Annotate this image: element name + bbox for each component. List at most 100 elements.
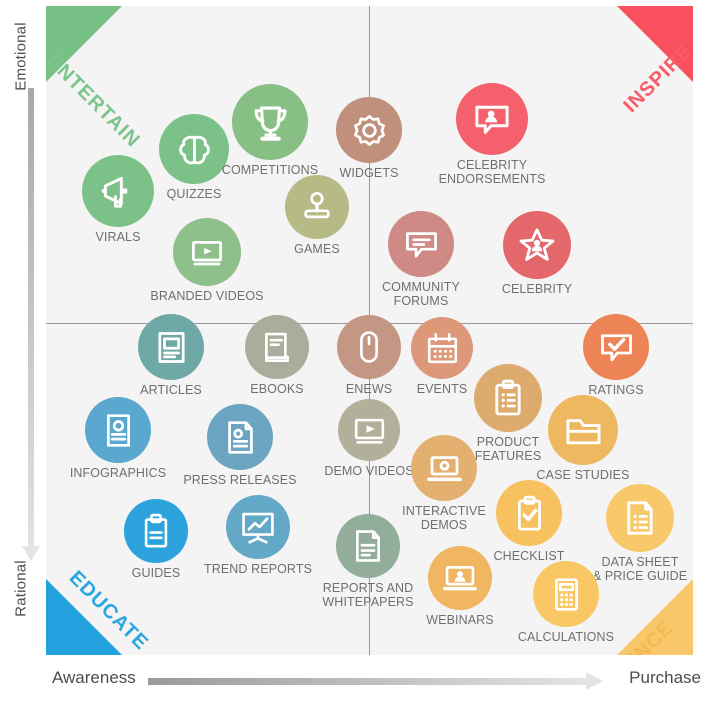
matrix-panel: ENTERTAIN INSPIRE EDUCATE CONVINCE VIRAL… — [46, 6, 693, 655]
calendar-icon — [424, 330, 461, 367]
node-bubble[interactable] — [82, 155, 154, 227]
matrix-node[interactable]: CHECKLIST — [493, 480, 564, 563]
matrix-node[interactable]: GAMES — [285, 175, 349, 256]
chat-bubble-icon — [402, 225, 441, 264]
node-bubble[interactable] — [606, 484, 674, 552]
webinar-icon — [441, 559, 479, 597]
matrix-node[interactable]: WIDGETS — [336, 97, 402, 180]
node-bubble[interactable] — [583, 314, 649, 380]
matrix-node[interactable]: ARTICLES — [138, 314, 204, 397]
gear-icon — [350, 111, 389, 150]
axis-label-purchase: Purchase — [629, 668, 701, 687]
node-label: COMMUNITY FORUMS — [382, 280, 460, 308]
matrix-node[interactable]: BRANDED VIDEOS — [150, 218, 264, 303]
node-label: INTERACTIVE DEMOS — [402, 504, 486, 532]
node-bubble[interactable] — [533, 561, 599, 627]
node-label: DATA SHEET & PRICE GUIDE — [592, 555, 688, 583]
matrix-node[interactable]: COMMUNITY FORUMS — [382, 211, 460, 307]
trend-board-icon — [239, 508, 277, 546]
matrix-node[interactable]: ENEWS — [337, 315, 401, 396]
node-bubble[interactable] — [226, 495, 290, 559]
matrix-node[interactable]: INFOGRAPHICS — [70, 397, 166, 480]
report-doc-icon — [349, 527, 387, 565]
node-bubble[interactable] — [159, 114, 229, 184]
node-label: TREND REPORTS — [203, 562, 313, 576]
matrix-node[interactable]: GUIDES — [124, 499, 188, 580]
node-bubble[interactable] — [411, 317, 473, 379]
node-bubble[interactable] — [85, 397, 151, 463]
matrix-node[interactable]: CALCULATIONS — [518, 561, 614, 644]
clipboard-list-icon — [488, 378, 528, 418]
folder-icon — [563, 410, 604, 451]
matrix-node[interactable]: CELEBRITY — [502, 211, 572, 296]
node-label: WIDGETS — [339, 166, 399, 180]
node-label: CELEBRITY ENDORSEMENTS — [438, 158, 546, 186]
star-person-icon — [517, 225, 557, 265]
node-label: PRODUCT FEATURES — [474, 435, 542, 463]
press-doc-icon — [221, 418, 260, 457]
node-bubble[interactable] — [124, 499, 188, 563]
matrix-node[interactable]: PRODUCT FEATURES — [474, 364, 542, 462]
node-bubble[interactable] — [173, 218, 241, 286]
node-bubble[interactable] — [456, 83, 528, 155]
node-bubble[interactable] — [474, 364, 542, 432]
node-label: ARTICLES — [140, 383, 202, 397]
vertical-axis: Emotional Rational — [0, 0, 46, 660]
node-bubble[interactable] — [232, 84, 308, 160]
matrix-node[interactable]: EVENTS — [411, 317, 473, 396]
matrix-node[interactable]: TREND REPORTS — [204, 495, 312, 576]
matrix-node[interactable]: WEBINARS — [426, 546, 494, 627]
node-label: QUIZZES — [166, 187, 222, 201]
matrix-node[interactable]: QUIZZES — [159, 114, 229, 201]
matrix-node[interactable]: COMPETITIONS — [222, 84, 318, 177]
node-bubble[interactable] — [245, 315, 309, 379]
matrix-node[interactable]: CELEBRITY ENDORSEMENTS — [439, 83, 545, 185]
node-bubble[interactable] — [336, 97, 402, 163]
matrix-node[interactable]: INTERACTIVE DEMOS — [402, 435, 486, 531]
node-bubble[interactable] — [411, 435, 477, 501]
axis-label-awareness: Awareness — [52, 668, 136, 687]
horizontal-axis: Awareness Purchase — [0, 660, 715, 705]
infographic-icon — [99, 411, 138, 450]
data-sheet-icon — [620, 498, 660, 538]
matrix-node[interactable]: CASE STUDIES — [537, 395, 629, 482]
node-bubble[interactable] — [496, 480, 562, 546]
speech-person-icon — [471, 98, 513, 140]
node-label: EVENTS — [416, 382, 468, 396]
node-label: GUIDES — [131, 566, 181, 580]
node-label: CALCULATIONS — [517, 630, 615, 644]
trophy-icon — [248, 100, 293, 145]
article-icon — [152, 328, 191, 367]
node-label: ENEWS — [345, 382, 393, 396]
node-label: BRANDED VIDEOS — [150, 289, 264, 303]
node-label: WEBINARS — [426, 613, 494, 627]
matrix-node[interactable]: DATA SHEET & PRICE GUIDE — [593, 484, 687, 582]
book-icon — [258, 328, 296, 366]
node-bubble[interactable] — [285, 175, 349, 239]
video-play-icon — [187, 232, 227, 272]
matrix-node[interactable]: DEMO VIDEOS — [324, 399, 414, 478]
matrix-node[interactable]: RATINGS — [583, 314, 649, 397]
node-bubble[interactable] — [337, 315, 401, 379]
matrix-node[interactable]: REPORTS AND WHITEPAPERS — [322, 514, 413, 608]
node-bubble[interactable] — [138, 314, 204, 380]
matrix-node[interactable]: VIRALS — [82, 155, 154, 244]
node-bubble[interactable] — [388, 211, 454, 277]
node-bubble[interactable] — [338, 399, 400, 461]
node-label: VIRALS — [95, 230, 141, 244]
node-bubble[interactable] — [503, 211, 571, 279]
node-bubble[interactable] — [428, 546, 492, 610]
node-label: INFOGRAPHICS — [69, 466, 167, 480]
node-bubble[interactable] — [207, 404, 273, 470]
matrix-node[interactable]: EBOOKS — [245, 315, 309, 396]
calculator-icon — [547, 575, 586, 614]
node-bubble[interactable] — [548, 395, 618, 465]
node-label: REPORTS AND WHITEPAPERS — [322, 581, 414, 609]
axis-label-rational: Rational — [12, 560, 30, 617]
mouse-icon — [350, 328, 388, 366]
checklist-icon — [510, 494, 549, 533]
node-label: GAMES — [294, 242, 340, 256]
matrix-node[interactable]: PRESS RELEASES — [183, 404, 297, 487]
node-bubble[interactable] — [336, 514, 400, 578]
node-label: DEMO VIDEOS — [324, 464, 414, 478]
